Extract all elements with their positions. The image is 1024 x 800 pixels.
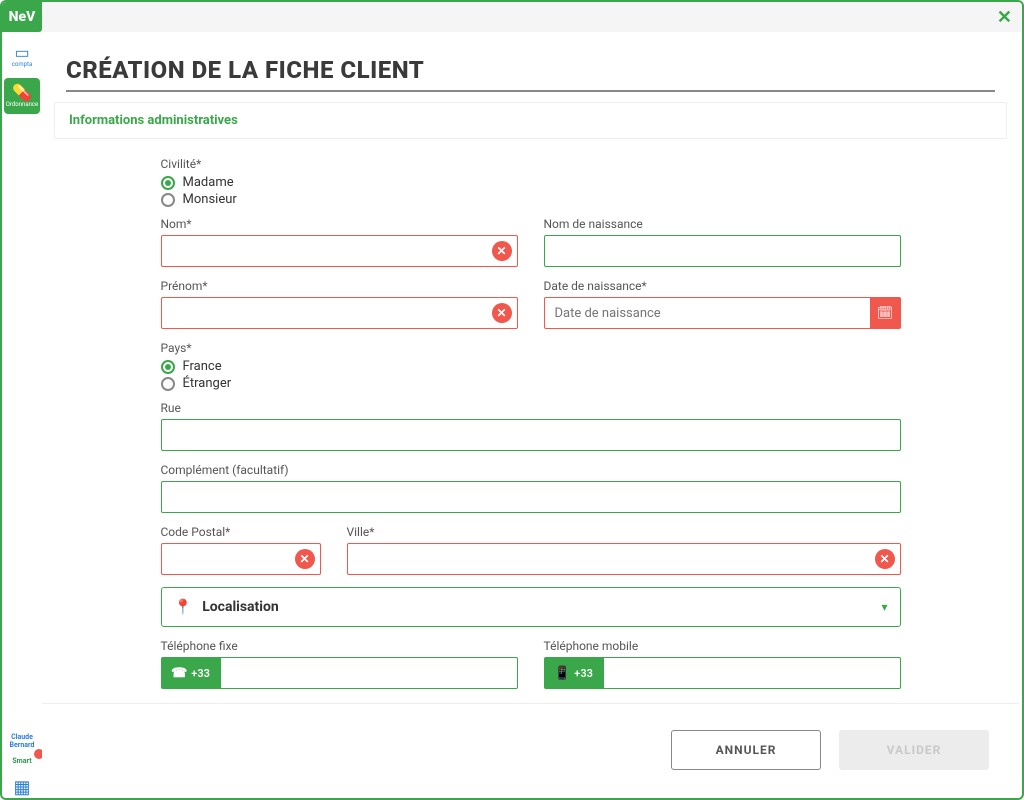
topbar: NeV ✕	[2, 2, 1022, 32]
nom-naissance-label: Nom de naissance	[544, 217, 901, 231]
civilite-radio-group: Madame Monsieur	[161, 175, 901, 207]
tel-mobile-input[interactable]	[604, 657, 901, 689]
tel-fixe-label: Téléphone fixe	[161, 639, 518, 653]
calendar-button[interactable]: 🗓	[870, 297, 901, 329]
complement-label: Complément (facultatif)	[161, 463, 901, 477]
pays-france[interactable]: France	[161, 359, 901, 374]
pays-label: Pays*	[161, 341, 901, 355]
error-icon: ✕	[295, 549, 315, 569]
rue-label: Rue	[161, 401, 901, 415]
rail-item-compta[interactable]: ▭ compta	[4, 38, 40, 74]
radio-off-icon	[161, 193, 175, 207]
error-icon: ✕	[492, 241, 512, 261]
date-naissance-input[interactable]	[544, 297, 870, 329]
nom-label: Nom*	[161, 217, 518, 231]
left-rail: ▭ compta 💊 Ordonnance Claude Bernard Sma…	[2, 32, 42, 798]
calendar-icon: 🗓	[877, 306, 894, 321]
radio-off-icon	[161, 377, 175, 391]
rail-logo-claude-bernard[interactable]: Claude Bernard	[4, 733, 40, 749]
nom-naissance-input[interactable]	[544, 235, 901, 267]
pill-icon: 💊	[12, 85, 32, 101]
localisation-select[interactable]: 📍 Localisation ▾	[161, 587, 901, 627]
apps-grid-icon[interactable]: ▦	[13, 777, 30, 798]
prenom-input[interactable]	[161, 297, 518, 329]
civilite-madame[interactable]: Madame	[161, 175, 901, 190]
date-naissance-label: Date de naissance*	[544, 279, 901, 293]
ville-input[interactable]	[347, 543, 901, 575]
nom-input[interactable]	[161, 235, 518, 267]
pin-icon: 📍	[174, 598, 193, 616]
civilite-monsieur[interactable]: Monsieur	[161, 192, 901, 207]
mobile-icon: 📱	[554, 666, 570, 681]
app-logo: NeV	[2, 2, 42, 32]
chevron-down-icon: ▾	[881, 600, 887, 614]
complement-input[interactable]	[161, 481, 901, 513]
radio-on-icon	[161, 176, 175, 190]
validate-button[interactable]: VALIDER	[839, 730, 989, 770]
rue-input[interactable]	[161, 419, 901, 451]
error-icon: ✕	[492, 303, 512, 323]
content-area: CRÉATION DE LA FICHE CLIENT Informations…	[42, 32, 1019, 795]
title-rule	[66, 90, 995, 92]
phone-icon: ☎	[171, 666, 187, 681]
card-icon: ▭	[14, 45, 29, 61]
rail-item-ordonnance[interactable]: 💊 Ordonnance	[4, 78, 40, 114]
radio-on-icon	[161, 360, 175, 374]
cancel-button[interactable]: ANNULER	[671, 730, 821, 770]
error-icon: ✕	[875, 549, 895, 569]
phone-fixe-prefix[interactable]: ☎+33	[161, 657, 221, 689]
section-tab-admin-info[interactable]: Informations administratives	[54, 102, 1007, 139]
localisation-label: Localisation	[202, 599, 279, 615]
cp-label: Code Postal*	[161, 525, 321, 539]
pays-etranger[interactable]: Étranger	[161, 376, 901, 391]
prenom-label: Prénom*	[161, 279, 518, 293]
tel-mobile-label: Téléphone mobile	[544, 639, 901, 653]
ville-label: Ville*	[347, 525, 901, 539]
page-title: CRÉATION DE LA FICHE CLIENT	[42, 32, 1019, 90]
footer-bar: ANNULER VALIDER	[42, 703, 1019, 795]
phone-mobile-prefix[interactable]: 📱+33	[544, 657, 604, 689]
pays-radio-group: France Étranger	[161, 359, 901, 391]
app-window: NeV ✕ ▭ compta 💊 Ordonnance Claude Berna…	[0, 0, 1024, 800]
close-icon[interactable]: ✕	[997, 7, 1012, 28]
tel-fixe-input[interactable]	[221, 657, 518, 689]
form-body: Civilité* Madame Monsieur Nom* ✕ Nom de	[42, 139, 1019, 795]
rail-logo-smart[interactable]: Smart	[4, 753, 40, 769]
civilite-label: Civilité*	[161, 157, 901, 171]
